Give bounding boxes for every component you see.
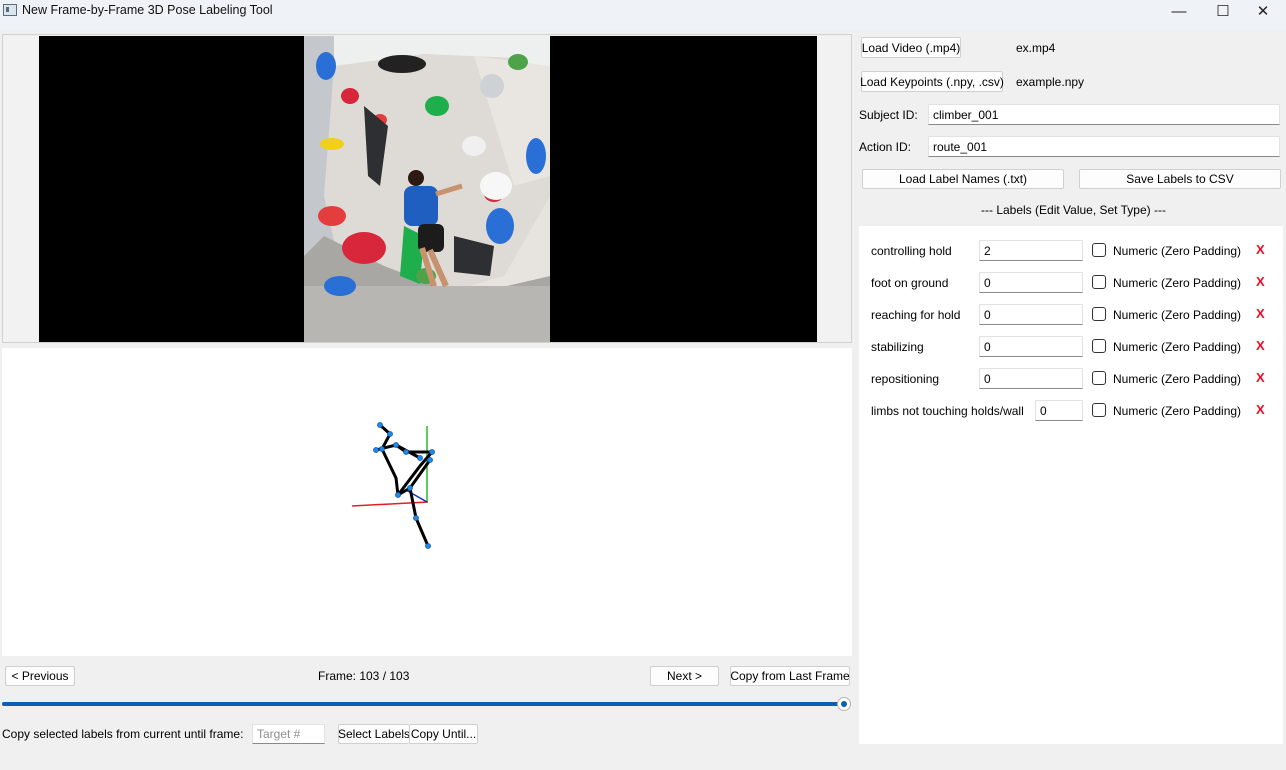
frame-slider-track[interactable] (2, 702, 844, 706)
delete-label-button[interactable]: X (1256, 338, 1265, 353)
next-button[interactable]: Next > (650, 666, 719, 686)
label-value-input[interactable] (979, 240, 1083, 261)
load-label-names-button[interactable]: Load Label Names (.txt) (862, 169, 1064, 189)
label-row: stabilizing Numeric (Zero Padding) X (859, 336, 1283, 358)
video-file-name: ex.mp4 (1016, 41, 1056, 55)
skeleton-bones (375, 423, 434, 547)
label-value-input[interactable] (979, 368, 1083, 389)
label-name: repositioning (871, 372, 940, 386)
copy-from-last-frame-button[interactable]: Copy from Last Frame (730, 666, 850, 686)
label-row: repositioning Numeric (Zero Padding) X (859, 368, 1283, 390)
action-id-label: Action ID: (859, 140, 912, 154)
delete-label-button[interactable]: X (1256, 402, 1265, 417)
load-keypoints-button[interactable]: Load Keypoints (.npy, .csv) (860, 71, 1004, 92)
label-row: controlling hold Numeric (Zero Padding) … (859, 240, 1283, 262)
copy-until-prompt: Copy selected labels from current until … (2, 727, 244, 741)
numeric-checkbox[interactable] (1092, 275, 1106, 289)
numeric-checkbox-label[interactable]: Numeric (Zero Padding) (1113, 244, 1241, 258)
delete-label-button[interactable]: X (1256, 242, 1265, 257)
label-row: limbs not touching holds/wall Numeric (Z… (859, 400, 1283, 422)
label-value-input[interactable] (979, 272, 1083, 293)
minimize-icon[interactable]: — (1156, 0, 1202, 22)
labels-list: controlling hold Numeric (Zero Padding) … (859, 226, 1283, 744)
frame-slider-thumb[interactable] (837, 697, 851, 711)
numeric-checkbox-label[interactable]: Numeric (Zero Padding) (1113, 340, 1241, 354)
subject-id-input[interactable] (928, 104, 1280, 125)
numeric-checkbox-label[interactable]: Numeric (Zero Padding) (1113, 372, 1241, 386)
copy-until-button[interactable]: Copy Until... (409, 724, 478, 744)
action-id-input[interactable] (928, 136, 1280, 157)
label-name: controlling hold (871, 244, 952, 258)
frame-counter: Frame: 103 / 103 (318, 669, 410, 683)
keypoints-file-name: example.npy (1016, 75, 1085, 89)
close-icon[interactable]: ✕ (1240, 0, 1286, 22)
previous-button[interactable]: < Previous (5, 666, 75, 686)
pose-3d-panel[interactable] (2, 348, 852, 656)
numeric-checkbox[interactable] (1092, 307, 1106, 321)
label-name: foot on ground (871, 276, 949, 290)
app-icon (3, 4, 17, 16)
numeric-checkbox-label[interactable]: Numeric (Zero Padding) (1113, 276, 1241, 290)
select-labels-button[interactable]: Select Labels (338, 724, 410, 744)
numeric-checkbox[interactable] (1092, 403, 1106, 417)
numeric-checkbox[interactable] (1092, 371, 1106, 385)
label-name: stabilizing (871, 340, 924, 354)
label-value-input[interactable] (979, 336, 1083, 357)
labels-section-header: --- Labels (Edit Value, Set Type) --- (981, 203, 1166, 217)
load-video-button[interactable]: Load Video (.mp4) (861, 37, 961, 58)
subject-id-label: Subject ID: (859, 108, 918, 122)
target-frame-input[interactable] (252, 724, 325, 744)
numeric-checkbox-label[interactable]: Numeric (Zero Padding) (1113, 404, 1241, 418)
window-title: New Frame-by-Frame 3D Pose Labeling Tool (22, 3, 273, 17)
label-value-input[interactable] (1035, 400, 1083, 421)
save-labels-button[interactable]: Save Labels to CSV (1079, 169, 1281, 189)
label-value-input[interactable] (979, 304, 1083, 325)
numeric-checkbox[interactable] (1092, 243, 1106, 257)
label-row: foot on ground Numeric (Zero Padding) X (859, 272, 1283, 294)
delete-label-button[interactable]: X (1256, 306, 1265, 321)
title-bar: New Frame-by-Frame 3D Pose Labeling Tool… (0, 0, 1286, 30)
video-frame-image (304, 36, 550, 342)
numeric-checkbox-label[interactable]: Numeric (Zero Padding) (1113, 308, 1241, 322)
video-panel (2, 34, 852, 343)
label-row: reaching for hold Numeric (Zero Padding)… (859, 304, 1283, 326)
axis-z-line (405, 489, 428, 503)
label-name: limbs not touching holds/wall (871, 404, 1024, 418)
axis-x-line (351, 501, 429, 507)
label-name: reaching for hold (871, 308, 961, 322)
delete-label-button[interactable]: X (1256, 370, 1265, 385)
delete-label-button[interactable]: X (1256, 274, 1265, 289)
numeric-checkbox[interactable] (1092, 339, 1106, 353)
